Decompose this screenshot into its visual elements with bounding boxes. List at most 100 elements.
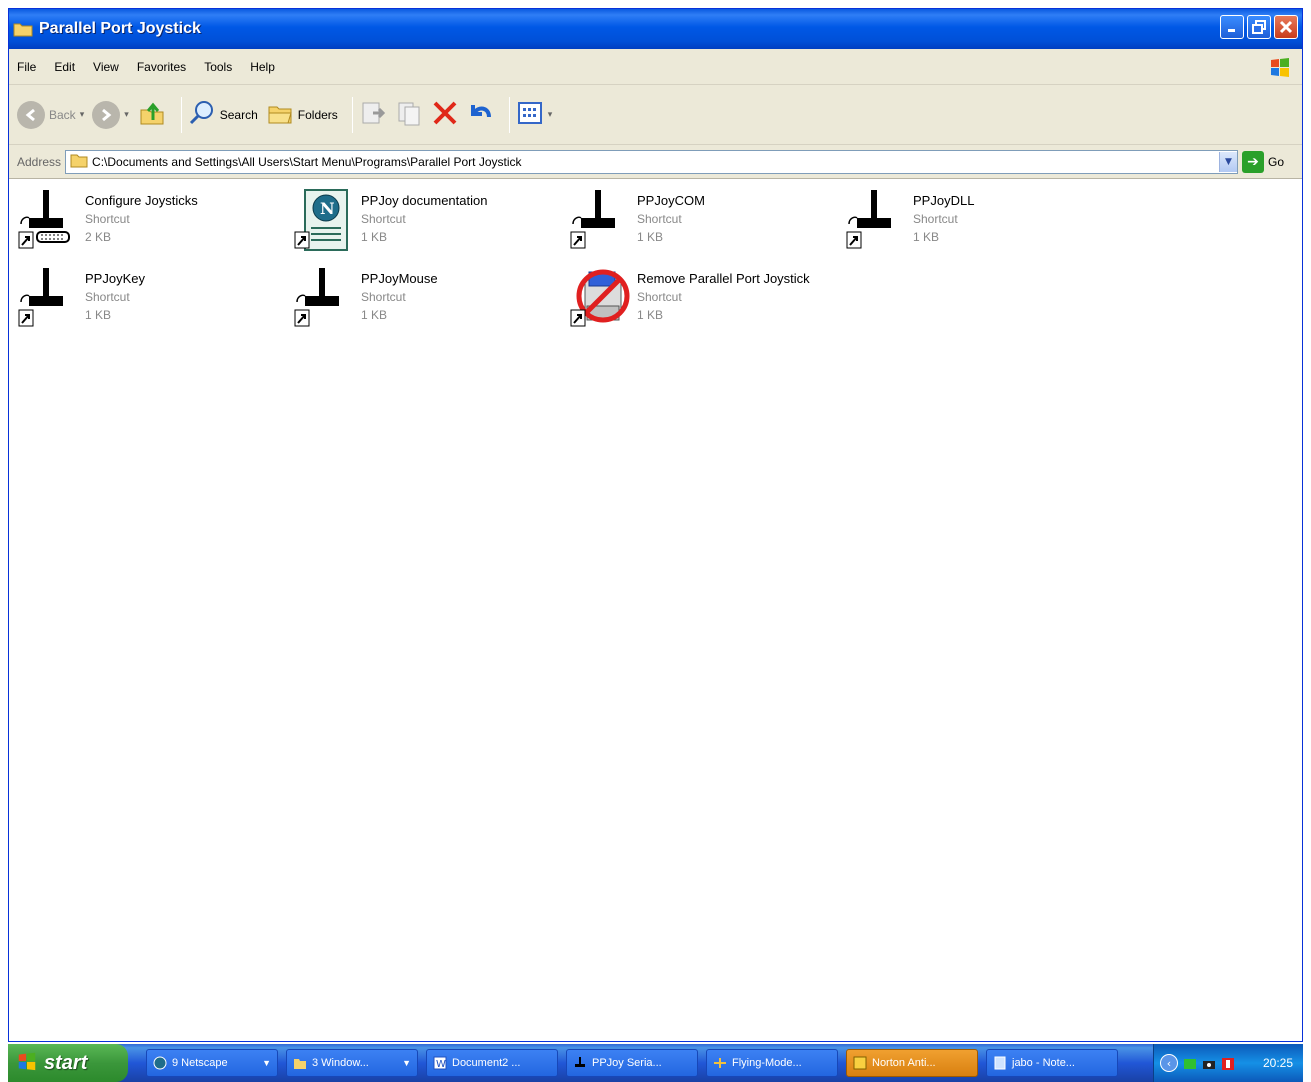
up-folder-icon <box>137 98 167 132</box>
camera-icon[interactable] <box>1202 1056 1216 1070</box>
word-icon: W <box>433 1056 447 1070</box>
address-dropdown-button[interactable]: ▼ <box>1218 151 1237 172</box>
joystick-icon <box>573 1056 587 1070</box>
windows-logo-icon <box>16 1050 38 1076</box>
forward-button[interactable]: ▾ <box>92 95 129 135</box>
task-label: jabo - Note... <box>1012 1057 1075 1069</box>
task-label: Flying-Mode... <box>732 1057 802 1069</box>
go-label: Go <box>1267 154 1284 169</box>
joystick-icon <box>293 266 357 332</box>
move-to-button[interactable] <box>359 95 387 135</box>
joystick-icon <box>17 266 81 332</box>
start-label: start <box>44 1051 88 1074</box>
folders-button[interactable]: Folders <box>266 95 338 135</box>
file-type: Shortcut <box>637 212 682 226</box>
menu-tools[interactable]: Tools <box>204 60 232 74</box>
show-hidden-icons-button[interactable]: ‹ <box>1160 1054 1178 1072</box>
taskbar-button-windows[interactable]: 3 Window... ▼ <box>286 1049 418 1077</box>
views-button[interactable]: ▾ <box>516 95 553 135</box>
minimize-button[interactable] <box>1220 15 1244 39</box>
file-size: 1 KB <box>913 230 940 244</box>
file-item[interactable]: N PPJoy documentation Shortcut 1 KB <box>293 188 553 260</box>
folders-label: Folders <box>297 107 338 122</box>
start-button[interactable]: start <box>8 1044 128 1082</box>
copy-to-button[interactable] <box>395 95 423 135</box>
task-label: 3 Window... <box>312 1057 369 1069</box>
undo-button[interactable] <box>467 95 495 135</box>
joystick-icon <box>845 188 909 254</box>
joystick-parallel-icon <box>17 188 81 254</box>
svg-text:W: W <box>436 1059 446 1070</box>
file-size: 2 KB <box>85 230 112 244</box>
chevron-down-icon: ▼ <box>402 1058 411 1068</box>
minimize-icon <box>1221 16 1243 38</box>
file-type: Shortcut <box>361 290 406 304</box>
move-to-icon <box>359 99 387 131</box>
task-label: PPJoy Seria... <box>592 1057 662 1069</box>
title-bar[interactable]: Parallel Port Joystick <box>9 9 1302 49</box>
menu-view[interactable]: View <box>93 60 119 74</box>
file-type: Shortcut <box>637 290 682 304</box>
desktop: Parallel Port Joystick File Edit View Fa… <box>0 0 1311 1082</box>
file-item[interactable]: Configure Joysticks Shortcut 2 KB <box>17 188 277 260</box>
system-tray: ‹ 20:25 <box>1153 1044 1303 1082</box>
menu-edit[interactable]: Edit <box>54 60 75 74</box>
up-folder-button[interactable] <box>137 95 167 135</box>
toolbar-separator <box>508 96 510 133</box>
chevron-down-icon: ▾ <box>547 109 553 120</box>
file-name: PPJoyCOM <box>637 193 705 208</box>
copy-to-icon <box>395 99 423 131</box>
toolbar-separator <box>180 96 182 133</box>
taskbar-button-ppjoy[interactable]: PPJoy Seria... <box>566 1049 698 1077</box>
file-name: PPJoyMouse <box>361 271 438 286</box>
taskbar-button-norton[interactable]: Norton Anti... <box>846 1049 978 1077</box>
file-item[interactable]: Remove Parallel Port Joystick Shortcut 1… <box>569 266 829 338</box>
address-path: C:\Documents and Settings\All Users\Star… <box>92 154 522 169</box>
task-label: Document2 ... <box>452 1057 521 1069</box>
menu-help[interactable]: Help <box>250 60 275 74</box>
search-label: Search <box>219 107 258 122</box>
task-label: 9 Netscape <box>172 1057 228 1069</box>
menu-file[interactable]: File <box>17 60 36 74</box>
taskbar-button-netscape[interactable]: 9 Netscape ▼ <box>146 1049 278 1077</box>
search-button[interactable]: Search <box>188 95 258 135</box>
antivirus-icon[interactable] <box>1221 1056 1235 1070</box>
go-button[interactable]: ➔ Go <box>1241 150 1284 173</box>
netscape-icon <box>153 1056 167 1070</box>
file-size: 1 KB <box>361 308 388 322</box>
views-icon <box>516 99 544 131</box>
file-item[interactable]: PPJoyCOM Shortcut 1 KB <box>569 188 829 260</box>
file-item[interactable]: PPJoyKey Shortcut 1 KB <box>17 266 277 338</box>
explorer-window: Parallel Port Joystick File Edit View Fa… <box>8 8 1303 1042</box>
notepad-icon <box>993 1056 1007 1070</box>
back-arrow-icon <box>17 100 45 129</box>
folders-icon <box>266 99 294 131</box>
chevron-down-icon: ▾ <box>124 109 129 120</box>
folder-icon <box>13 21 33 37</box>
address-bar: Address C:\Documents and Settings\All Us… <box>9 145 1302 179</box>
norton-icon <box>853 1056 867 1070</box>
file-size: 1 KB <box>85 308 112 322</box>
task-label: Norton Anti... <box>872 1057 936 1069</box>
file-item[interactable]: PPJoyDLL Shortcut 1 KB <box>845 188 1105 260</box>
network-icon[interactable] <box>1183 1056 1197 1070</box>
taskbar-button-notepad[interactable]: jabo - Note... <box>986 1049 1118 1077</box>
file-name: PPJoyKey <box>85 271 145 286</box>
restore-button[interactable] <box>1247 15 1271 39</box>
menu-favorites[interactable]: Favorites <box>137 60 186 74</box>
file-list: Configure Joysticks Shortcut 2 KB N PPJo… <box>9 180 1302 1030</box>
delete-icon <box>431 99 459 131</box>
file-type: Shortcut <box>913 212 958 226</box>
delete-button[interactable] <box>431 95 459 135</box>
folder-icon <box>293 1056 307 1070</box>
svg-text:N: N <box>320 199 335 218</box>
taskbar-button-document2[interactable]: W Document2 ... <box>426 1049 558 1077</box>
netscape-document-icon: N <box>293 188 357 254</box>
close-button[interactable] <box>1274 15 1298 39</box>
file-name: PPJoyDLL <box>913 193 975 208</box>
file-item[interactable]: PPJoyMouse Shortcut 1 KB <box>293 266 553 338</box>
address-input[interactable]: C:\Documents and Settings\All Users\Star… <box>65 149 1238 174</box>
file-type: Shortcut <box>85 212 130 226</box>
taskbar-button-flying-model[interactable]: Flying-Mode... <box>706 1049 838 1077</box>
back-button[interactable]: Back ▾ <box>17 95 84 135</box>
